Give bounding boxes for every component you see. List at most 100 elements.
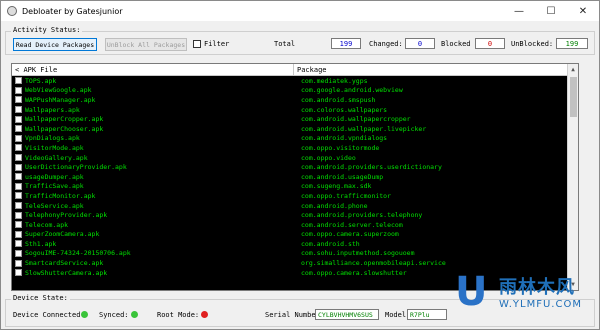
unblock-all-packages-button[interactable]: UnBlock All Packages [105,38,187,51]
device-connected-indicator [81,311,88,318]
watermark-text: 雨林木风 [499,277,575,298]
app-icon [7,6,17,16]
apk-file-cell: WebViewGoogle.apk [25,86,92,95]
title-bar: Debloater by Gatesjunior — ☐ ✕ [1,1,599,21]
list-item[interactable]: UserDictionaryProvider.apk com.android.pr… [12,162,568,172]
row-checkbox[interactable] [15,115,22,123]
serial-number-field: CYLBVHVHMV6SUS [315,309,379,320]
list-item[interactable]: WAPPushManager.apk com.android.smspush [12,95,568,105]
list-header: < APK File Package [12,64,578,76]
package-cell: com.android.wallpaper.livepicker [301,124,427,133]
package-cell: com.android.smspush [301,95,376,104]
vertical-scrollbar[interactable]: ▲ ▼ [567,64,578,290]
apk-file-cell: TrafficSave.apk [25,182,84,191]
row-checkbox[interactable] [15,106,22,114]
close-button[interactable]: ✕ [567,1,599,21]
watermark-u-logo: U [455,269,488,315]
apk-file-cell: TrafficMonitor.apk [25,191,96,200]
maximize-button[interactable]: ☐ [535,1,567,21]
list-item[interactable]: SuperZoomCamera.apk com.oppo.camera.super… [12,230,568,240]
package-cell: com.oppo.video [301,153,356,162]
filter-checkbox[interactable]: Filter [193,40,229,48]
apk-file-cell: SmartcardService.apk [25,259,104,268]
row-checkbox[interactable] [15,269,22,277]
apk-file-cell: TOPS.apk [25,76,57,85]
filter-checkbox-box[interactable] [193,40,201,48]
list-item[interactable]: TrafficSave.apk com.sugeng.max.sdk [12,182,568,192]
apk-file-cell: SogouIME-74324-20150706.apk [25,249,131,258]
row-checkbox[interactable] [15,144,22,152]
package-cell: com.google.android.webview [301,86,403,95]
list-item[interactable]: Sth1.apk com.android.sth [12,239,568,249]
row-checkbox[interactable] [15,211,22,219]
package-cell: com.android.providers.userdictionary [301,163,442,172]
list-item[interactable]: WebViewGoogle.apk com.google.android.webv… [12,86,568,96]
package-cell: com.android.vpndialogs [301,134,388,143]
list-item[interactable]: VpnDialogs.apk com.android.vpndialogs [12,134,568,144]
apk-file-cell: Sth1.apk [25,239,57,248]
apk-file-cell: WallpaperCropper.apk [25,115,104,124]
apk-file-cell: SlowShutterCamera.apk [25,268,108,277]
apk-file-cell: VpnDialogs.apk [25,134,80,143]
root-mode-label: Root Mode: [157,311,200,319]
blocked-value: 0 [475,38,505,49]
package-list[interactable]: < APK File Package TOPS.apk com.mediatek.… [11,63,579,291]
scroll-up-icon[interactable]: ▲ [568,64,578,75]
list-item[interactable]: SogouIME-74324-20150706.apk com.sohu.inpu… [12,249,568,259]
row-checkbox[interactable] [15,240,22,248]
package-cell: com.mediatek.ygps [301,76,368,85]
model-field: R7Plu [407,309,447,320]
apk-file-cell: UserDictionaryProvider.apk [25,163,127,172]
row-checkbox[interactable] [15,125,22,133]
package-cell: com.android.phone [301,201,368,210]
row-checkbox[interactable] [15,192,22,200]
apk-file-cell: usageDumper.apk [25,172,84,181]
row-checkbox[interactable] [15,221,22,229]
list-item[interactable]: Wallpapers.apk com.coloros.wallpapers [12,105,568,115]
list-item[interactable]: VisitorMode.apk com.oppo.visitormode [12,143,568,153]
row-checkbox[interactable] [15,154,22,162]
row-checkbox[interactable] [15,249,22,257]
package-cell: com.sohu.inputmethod.sogouoem [301,249,415,258]
row-checkbox[interactable] [15,230,22,238]
apk-file-cell: Telecom.apk [25,220,69,229]
window-title: Debloater by Gatesjunior [22,6,123,16]
apk-file-cell: Wallpapers.apk [25,105,80,114]
list-item[interactable]: WallpaperCropper.apk com.android.wallpape… [12,114,568,124]
column-header-package[interactable]: Package [294,64,578,75]
list-item[interactable]: TelephonyProvider.apk com.android.provide… [12,210,568,220]
row-checkbox[interactable] [15,259,22,267]
list-item[interactable]: TeleService.apk com.android.phone [12,201,568,211]
changed-value: 0 [405,38,435,49]
minimize-button[interactable]: — [503,1,535,21]
list-item[interactable]: TrafficMonitor.apk com.oppo.trafficmonito… [12,191,568,201]
column-header-apk-file[interactable]: < APK File [12,64,294,75]
apk-file-cell: SuperZoomCamera.apk [25,230,100,239]
package-cell: com.coloros.wallpapers [301,105,388,114]
row-checkbox[interactable] [15,96,22,104]
list-item[interactable]: usageDumper.apk com.android.usageDump [12,172,568,182]
scrollbar-thumb[interactable] [570,77,577,117]
list-item[interactable]: WallpaperChooser.apk com.android.wallpape… [12,124,568,134]
apk-file-header-label: APK File [23,65,58,74]
row-checkbox[interactable] [15,86,22,94]
app-window: Debloater by Gatesjunior — ☐ ✕ Activity … [0,0,600,330]
package-cell: com.android.providers.telephony [301,211,423,220]
total-value: 199 [331,38,361,49]
list-item[interactable]: TOPS.apk com.mediatek.ygps [12,76,568,86]
row-checkbox[interactable] [15,173,22,181]
list-item[interactable]: VideoGallery.apk com.oppo.video [12,153,568,163]
row-checkbox[interactable] [15,202,22,210]
row-checkbox[interactable] [15,182,22,190]
apk-file-cell: VideoGallery.apk [25,153,88,162]
package-cell: com.oppo.camera.superzoom [301,230,399,239]
watermark-url: W.YLMFU.COM [499,299,582,310]
apk-file-cell: VisitorMode.apk [25,143,84,152]
read-device-packages-button[interactable]: Read Device Packages [13,38,97,51]
list-item[interactable]: Telecom.apk com.android.server.telecom [12,220,568,230]
package-cell: com.oppo.trafficmonitor [301,191,392,200]
row-checkbox[interactable] [15,134,22,142]
row-checkbox[interactable] [15,163,22,171]
synced-label: Synced: [99,311,129,319]
row-checkbox[interactable] [15,77,22,85]
